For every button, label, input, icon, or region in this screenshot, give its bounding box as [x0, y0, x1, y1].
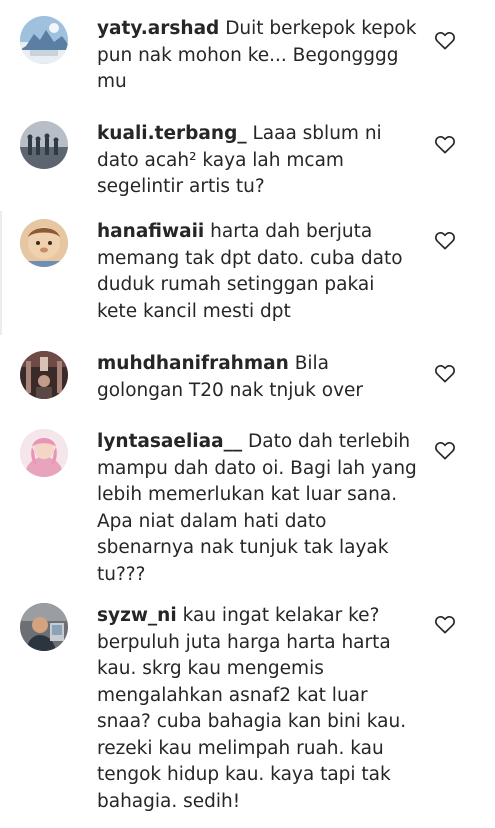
comment-item: yaty.arshad Duit berkepok kepok pun nak … — [0, 16, 495, 106]
comment-body: kau ingat kelakar ke? berpuluh juta harg… — [97, 605, 407, 812]
heart-icon[interactable] — [434, 134, 456, 154]
comment-username[interactable]: syzw_ni — [97, 605, 177, 626]
comment-text-block: lyntasaeliaa__ Dato dah terlebih mampu d… — [97, 429, 419, 588]
avatar[interactable] — [20, 16, 68, 64]
comment-item: hanafiwaii harta dah berjuta memang tak … — [0, 211, 495, 337]
comment-username[interactable]: kuali.terbang_ — [97, 123, 247, 144]
avatar-image — [20, 429, 68, 477]
comment-username[interactable]: hanafiwaii — [97, 221, 204, 242]
avatar-image — [20, 351, 68, 399]
comment-username[interactable]: yaty.arshad — [97, 18, 219, 39]
heart-icon[interactable] — [434, 363, 456, 383]
comment-text-block: muhdhanifrahman Bila golongan T20 nak tn… — [97, 351, 419, 404]
comment-text-block: kuali.terbang_ Laaa sblum ni dato acah² … — [97, 121, 419, 201]
heart-icon[interactable] — [434, 30, 456, 50]
comment-username[interactable]: lyntasaeliaa__ — [97, 431, 242, 452]
avatar[interactable] — [20, 429, 68, 477]
comment-text-block: yaty.arshad Duit berkepok kepok pun nak … — [97, 16, 419, 96]
avatar-image — [20, 603, 68, 651]
heart-icon[interactable] — [434, 440, 456, 460]
avatar[interactable] — [20, 121, 68, 169]
comment-text-block: hanafiwaii harta dah berjuta memang tak … — [97, 219, 419, 325]
comment-body: Dato dah terlebih mampu dah dato oi. Bag… — [97, 431, 417, 585]
comment-item: kuali.terbang_ Laaa sblum ni dato acah² … — [0, 121, 495, 211]
avatar[interactable] — [20, 351, 68, 399]
comment-item: muhdhanifrahman Bila golongan T20 nak tn… — [0, 351, 495, 413]
comment-item: lyntasaeliaa__ Dato dah terlebih mampu d… — [0, 429, 495, 589]
heart-icon[interactable] — [434, 230, 456, 250]
avatar[interactable] — [20, 219, 68, 267]
comment-item: syzw_ni kau ingat kelakar ke? berpuluh j… — [0, 603, 495, 821]
avatar-image — [20, 121, 68, 169]
avatar[interactable] — [20, 603, 68, 651]
scroll-edge — [0, 211, 2, 335]
comment-text-block: syzw_ni kau ingat kelakar ke? berpuluh j… — [97, 603, 419, 815]
avatar-image — [20, 16, 68, 64]
heart-icon[interactable] — [434, 614, 456, 634]
comment-username[interactable]: muhdhanifrahman — [97, 353, 289, 374]
avatar-image — [20, 219, 68, 267]
